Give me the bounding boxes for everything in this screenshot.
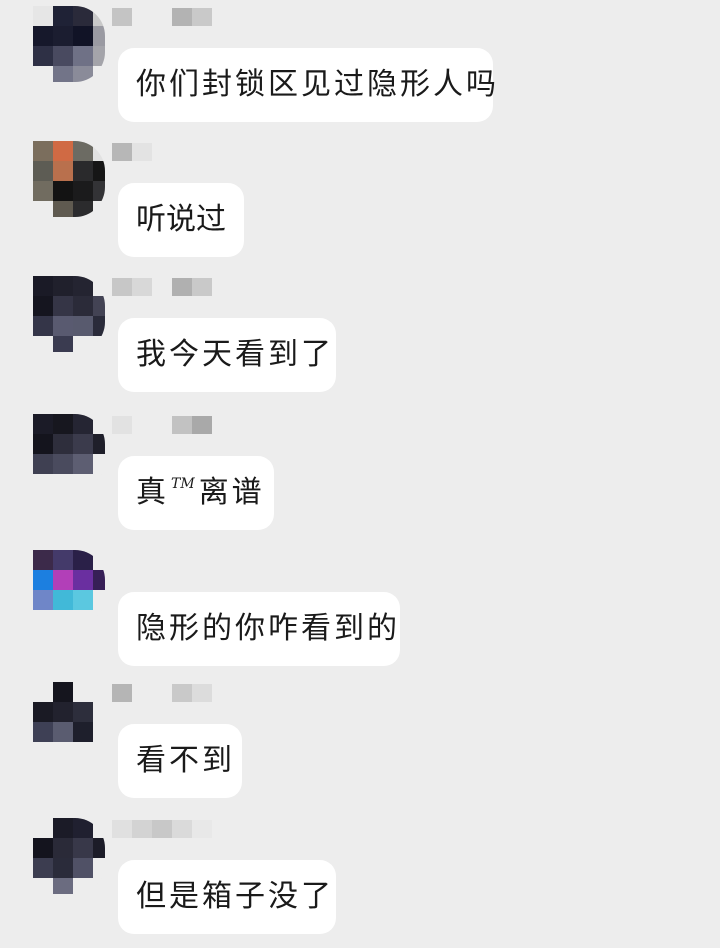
message-text: 你们封锁区见过隐形人吗	[136, 67, 499, 102]
avatar[interactable]	[33, 414, 105, 490]
message-bubble[interactable]: 听说过	[118, 183, 244, 257]
chat-message: 看不到	[0, 682, 720, 812]
chat-message-list: 你们封锁区见过隐形人吗 听说过 我今天看到了 真 TM 离谱 隐形的你咋看到的 …	[0, 0, 720, 942]
avatar[interactable]	[33, 6, 105, 82]
message-text: 我今天看到了	[136, 337, 334, 372]
message-bubble[interactable]: 真 TM 离谱	[118, 456, 274, 530]
sender-name-blurred	[112, 278, 222, 298]
trademark-superscript: TM	[171, 476, 195, 492]
chat-message: 听说过	[0, 141, 720, 271]
message-bubble[interactable]: 隐形的你咋看到的	[118, 592, 400, 666]
avatar[interactable]	[33, 550, 105, 626]
message-text: 看不到	[136, 743, 235, 778]
message-text: 听说过	[136, 202, 226, 237]
chat-message: 我今天看到了	[0, 276, 720, 406]
chat-message: 但是箱子没了	[0, 818, 720, 948]
chat-message: 隐形的你咋看到的	[0, 550, 720, 680]
sender-name-blurred	[112, 143, 222, 163]
avatar[interactable]	[33, 818, 105, 894]
chat-message: 你们封锁区见过隐形人吗	[0, 6, 720, 136]
message-bubble[interactable]: 我今天看到了	[118, 318, 336, 392]
sender-name-blurred	[112, 416, 222, 436]
message-text-suffix: 离谱	[198, 475, 265, 510]
message-text: 隐形的你咋看到的	[136, 611, 400, 646]
avatar[interactable]	[33, 276, 105, 352]
message-text-prefix: 真	[136, 475, 169, 510]
avatar[interactable]	[33, 141, 105, 217]
sender-name-blurred	[112, 8, 222, 28]
avatar[interactable]	[33, 682, 105, 758]
message-bubble[interactable]: 但是箱子没了	[118, 860, 336, 934]
message-bubble[interactable]: 你们封锁区见过隐形人吗	[118, 48, 496, 122]
message-text: 但是箱子没了	[136, 879, 334, 914]
sender-name-blurred	[112, 684, 222, 704]
chat-message: 真 TM 离谱	[0, 414, 720, 544]
sender-name-blurred	[112, 820, 222, 840]
message-bubble[interactable]: 看不到	[118, 724, 242, 798]
